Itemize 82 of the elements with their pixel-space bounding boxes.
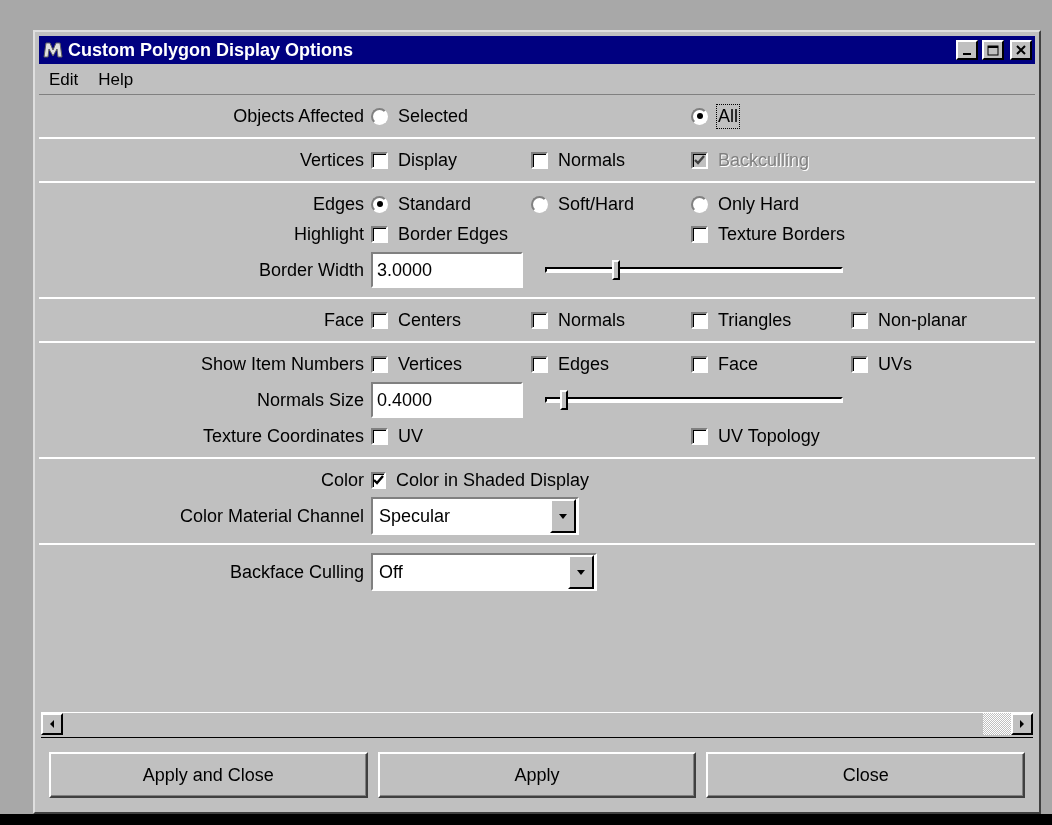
maximize-button[interactable] <box>982 40 1004 60</box>
radio-button[interactable] <box>531 195 548 213</box>
option-label: Border Edges <box>398 223 509 245</box>
radio-button[interactable] <box>371 195 388 213</box>
checkbox[interactable] <box>691 311 708 329</box>
option-label: UV Topology <box>718 425 820 447</box>
radio-button[interactable] <box>691 107 708 125</box>
menu-item[interactable]: Help <box>90 70 142 90</box>
dialog-button[interactable]: Close <box>706 752 1025 798</box>
option-label: Standard <box>398 193 472 215</box>
field-label: Color <box>320 469 365 491</box>
window-title: Custom Polygon Display Options <box>68 39 355 61</box>
radio-button[interactable] <box>371 107 388 125</box>
checkbox[interactable] <box>371 151 388 169</box>
arrow-right-icon <box>1018 720 1026 728</box>
app-logo-icon <box>42 40 64 60</box>
checkbox[interactable] <box>371 225 388 243</box>
minimize-icon <box>963 53 971 55</box>
checkbox[interactable] <box>851 311 868 329</box>
dropdown[interactable]: Specular <box>371 497 579 535</box>
scroll-left-button[interactable] <box>41 713 63 735</box>
option-label: Face <box>718 353 759 375</box>
dialog-button[interactable]: Apply and Close <box>49 752 368 798</box>
field-label: Edges <box>311 193 365 215</box>
checkbox[interactable] <box>691 427 708 445</box>
field-label: Border Width <box>257 259 365 281</box>
option-label: Texture Borders <box>718 223 846 245</box>
caret-down-icon <box>577 568 585 576</box>
checkbox[interactable] <box>531 151 548 169</box>
field-label: Face <box>322 309 365 331</box>
caret-down-icon <box>559 512 567 520</box>
option-label: Triangles <box>718 309 792 331</box>
arrow-left-icon <box>48 720 56 728</box>
option-label: Only Hard <box>718 193 800 215</box>
field-label: Show Item Numbers <box>199 353 365 375</box>
slider[interactable] <box>545 259 843 281</box>
option-label: Soft/Hard <box>558 193 635 215</box>
option-label: Color in Shaded Display <box>396 469 590 491</box>
option-label: Normals <box>558 149 625 171</box>
minimize-button[interactable] <box>956 40 978 60</box>
horizontal-scrollbar[interactable] <box>41 712 1033 738</box>
radio-button[interactable] <box>691 195 708 213</box>
close-icon <box>1016 45 1026 55</box>
close-button[interactable] <box>1010 40 1032 60</box>
field-label: Objects Affected <box>232 105 365 127</box>
option-label: Non-planar <box>878 309 968 331</box>
checkbox[interactable] <box>531 355 548 373</box>
option-label: Display <box>398 149 458 171</box>
option-label: UV <box>398 425 423 447</box>
option-label: Backculling <box>718 149 810 171</box>
dialog-button[interactable]: Apply <box>377 752 697 798</box>
option-label: Edges <box>558 353 610 375</box>
checkbox[interactable] <box>371 355 388 373</box>
field-label: Texture Coordinates <box>201 425 365 447</box>
checkbox[interactable] <box>531 311 548 329</box>
checkbox[interactable] <box>371 471 386 489</box>
option-label: Centers <box>398 309 462 331</box>
checkbox[interactable] <box>371 311 388 329</box>
number-field[interactable]: 3.0000 <box>371 252 523 288</box>
option-label: All <box>718 105 738 127</box>
option-label: Selected <box>398 105 469 127</box>
checkbox[interactable] <box>371 427 388 445</box>
option-label: Normals <box>558 309 625 331</box>
menu-item[interactable]: Edit <box>41 70 87 90</box>
field-label: Vertices <box>298 149 365 171</box>
field-label: Backface Culling <box>228 561 365 583</box>
scroll-thumb[interactable] <box>983 713 1011 735</box>
maximize-icon <box>987 44 999 56</box>
field-label: Color Material Channel <box>178 505 365 527</box>
field-label: Normals Size <box>255 389 365 411</box>
slider[interactable] <box>545 389 843 411</box>
field-label: Highlight <box>292 223 365 245</box>
slider-thumb[interactable] <box>611 260 620 280</box>
slider-thumb[interactable] <box>559 390 568 410</box>
checkbox[interactable] <box>851 355 868 373</box>
option-label: UVs <box>878 353 912 375</box>
checkbox[interactable] <box>691 225 708 243</box>
option-label: Vertices <box>398 353 463 375</box>
number-field[interactable]: 0.4000 <box>371 382 523 418</box>
dropdown[interactable]: Off <box>371 553 597 591</box>
checkbox[interactable] <box>691 355 708 373</box>
scroll-right-button[interactable] <box>1011 713 1033 735</box>
